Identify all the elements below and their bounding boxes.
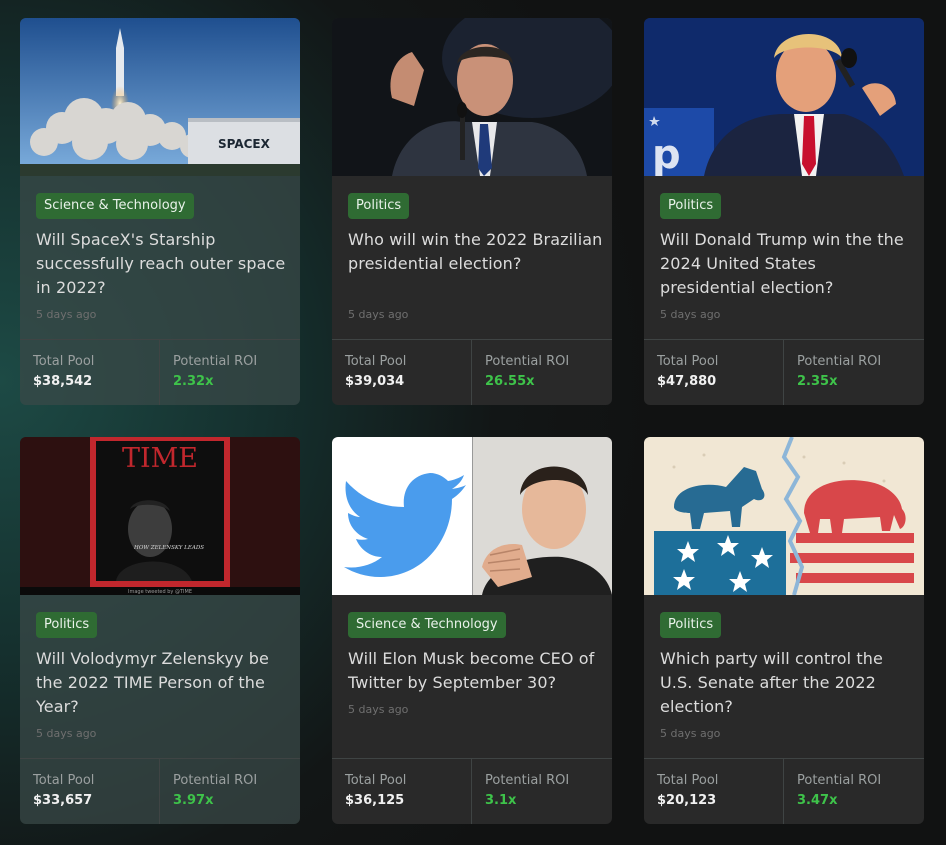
category-badge[interactable]: Politics [660, 193, 722, 219]
total-pool: Total Pool $47,880 [644, 340, 784, 405]
time-cover-headline: HOW ZELENSKY LEADS [133, 545, 204, 551]
potential-roi-value: 3.97x [173, 793, 214, 808]
total-pool-value: $38,542 [33, 374, 93, 389]
potential-roi: Potential ROI 2.35x [784, 340, 923, 405]
category-badge[interactable]: Science & Technology [348, 612, 506, 638]
potential-roi: Potential ROI 26.55x [472, 340, 611, 405]
card-image-bolsonaro [332, 18, 612, 176]
timestamp: 5 days ago [348, 308, 409, 321]
potential-roi-label: Potential ROI [797, 354, 882, 369]
card-stats: Total Pool $47,880 Potential ROI 2.35x [644, 339, 924, 405]
card-image-spacex-launch: SPACEX [20, 18, 300, 176]
category-badge[interactable]: Politics [36, 612, 98, 638]
total-pool: Total Pool $33,657 [20, 759, 160, 824]
market-title[interactable]: Will Volodymyr Zelenskyy be the 2022 TIM… [36, 647, 292, 719]
card-image-time-cover: TIME HOW ZELENSKY LEADS Image tweeted by… [20, 437, 300, 595]
total-pool-label: Total Pool [33, 354, 95, 369]
image-credit: Image tweeted by @TIME [128, 589, 192, 595]
potential-roi: Potential ROI 2.32x [160, 340, 299, 405]
category-badge[interactable]: Politics [348, 193, 410, 219]
timestamp: 5 days ago [660, 308, 721, 321]
potential-roi-value: 2.35x [797, 374, 838, 389]
spacex-logo-text: SPACEX [218, 137, 271, 151]
potential-roi-value: 3.1x [485, 793, 517, 808]
market-title[interactable]: Which party will control the U.S. Senate… [660, 647, 916, 719]
potential-roi: Potential ROI 3.1x [472, 759, 611, 824]
total-pool: Total Pool $36,125 [332, 759, 472, 824]
card-stats: Total Pool $36,125 Potential ROI 3.1x [332, 758, 612, 824]
card-image-party-animals [644, 437, 924, 595]
potential-roi-label: Potential ROI [173, 773, 258, 788]
total-pool-label: Total Pool [345, 354, 407, 369]
potential-roi-label: Potential ROI [173, 354, 258, 369]
total-pool-value: $39,034 [345, 374, 405, 389]
market-title[interactable]: Will SpaceX's Starship successfully reac… [36, 228, 292, 300]
potential-roi-label: Potential ROI [485, 354, 570, 369]
potential-roi-value: 26.55x [485, 374, 535, 389]
total-pool-label: Total Pool [345, 773, 407, 788]
total-pool-value: $47,880 [657, 374, 717, 389]
svg-text:p: p [652, 132, 681, 176]
category-badge[interactable]: Politics [660, 612, 722, 638]
timestamp: 5 days ago [36, 727, 97, 740]
potential-roi-label: Potential ROI [485, 773, 570, 788]
timestamp: 5 days ago [348, 703, 409, 716]
category-badge[interactable]: Science & Technology [36, 193, 194, 219]
card-image-trump: p [644, 18, 924, 176]
card-stats: Total Pool $33,657 Potential ROI 3.97x [20, 758, 300, 824]
time-magazine-logo: TIME [122, 443, 198, 474]
potential-roi: Potential ROI 3.47x [784, 759, 923, 824]
total-pool-value: $33,657 [33, 793, 93, 808]
potential-roi-value: 3.47x [797, 793, 838, 808]
market-card[interactable]: Politics Which party will control the U.… [644, 437, 924, 824]
total-pool-label: Total Pool [657, 773, 719, 788]
potential-roi-label: Potential ROI [797, 773, 882, 788]
markets-grid: SPACEX Science & Technology Will SpaceX'… [20, 18, 924, 826]
card-stats: Total Pool $39,034 Potential ROI 26.55x [332, 339, 612, 405]
market-title[interactable]: Will Donald Trump win the the 2024 Unite… [660, 228, 916, 300]
market-card[interactable]: Politics Who will win the 2022 Brazilian… [332, 18, 612, 405]
card-image-twitter-musk [332, 437, 612, 595]
card-stats: Total Pool $20,123 Potential ROI 3.47x [644, 758, 924, 824]
market-card[interactable]: p Politics Will Donald Trump win the the… [644, 18, 924, 405]
market-card[interactable]: SPACEX Science & Technology Will SpaceX'… [20, 18, 300, 405]
market-title[interactable]: Who will win the 2022 Brazilian presiden… [348, 228, 604, 276]
card-stats: Total Pool $38,542 Potential ROI 2.32x [20, 339, 300, 405]
potential-roi: Potential ROI 3.97x [160, 759, 299, 824]
total-pool: Total Pool $20,123 [644, 759, 784, 824]
total-pool: Total Pool $38,542 [20, 340, 160, 405]
total-pool-label: Total Pool [33, 773, 95, 788]
timestamp: 5 days ago [36, 308, 97, 321]
market-title[interactable]: Will Elon Musk become CEO of Twitter by … [348, 647, 604, 695]
market-card[interactable]: Science & Technology Will Elon Musk beco… [332, 437, 612, 824]
total-pool-value: $36,125 [345, 793, 405, 808]
potential-roi-value: 2.32x [173, 374, 214, 389]
timestamp: 5 days ago [660, 727, 721, 740]
total-pool-label: Total Pool [657, 354, 719, 369]
total-pool-value: $20,123 [657, 793, 717, 808]
total-pool: Total Pool $39,034 [332, 340, 472, 405]
market-card[interactable]: TIME HOW ZELENSKY LEADS Image tweeted by… [20, 437, 300, 824]
